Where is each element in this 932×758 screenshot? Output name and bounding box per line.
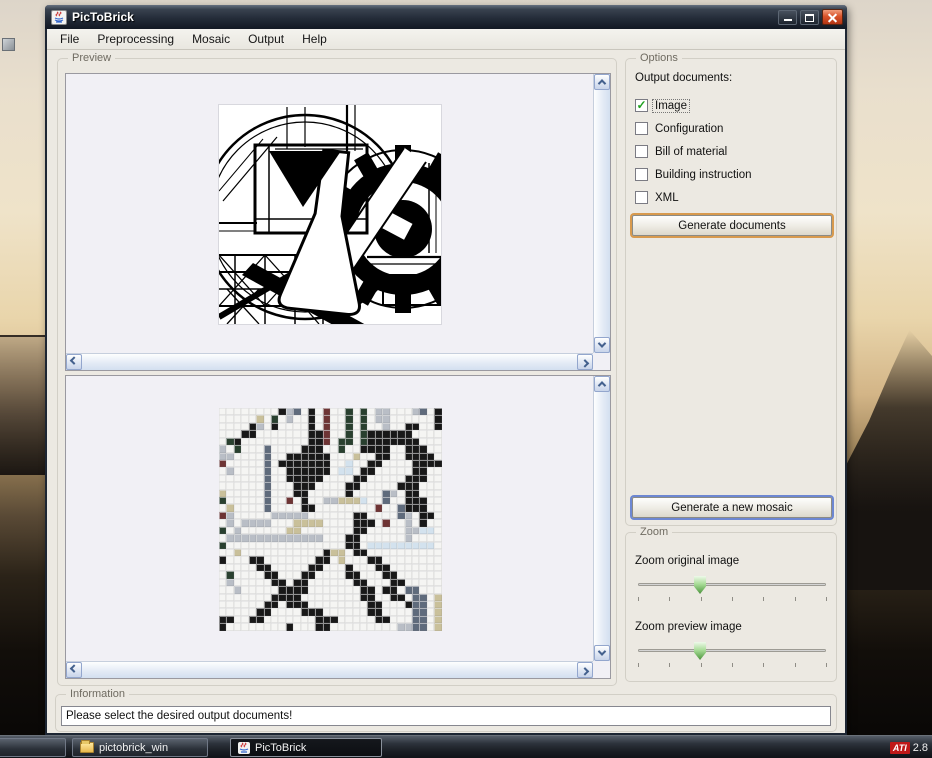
checkbox-building-instruction[interactable]: Building instruction	[635, 168, 754, 181]
checkbox-label: Bill of material	[653, 146, 729, 158]
maximize-icon	[805, 14, 814, 22]
original-image-view	[66, 74, 593, 353]
checkbox-box[interactable]	[635, 122, 648, 135]
output-documents-label: Output documents:	[635, 72, 732, 84]
desktop-icon[interactable]	[2, 38, 15, 51]
pictobrick-window: PicToBrick File Preprocessing Mosaic Out…	[45, 5, 847, 735]
zoom-preview-label: Zoom preview image	[635, 621, 742, 633]
taskbar-button-partial[interactable]: ailable n...	[0, 738, 66, 757]
folder-icon	[80, 742, 94, 753]
chevron-up-icon	[598, 79, 606, 87]
menu-mosaic[interactable]: Mosaic	[183, 30, 239, 48]
taskbar: ailable n... pictobrick_win PicToBrick A…	[0, 735, 932, 758]
checkbox-box[interactable]	[635, 99, 648, 112]
close-button[interactable]	[822, 9, 843, 25]
generate-new-mosaic-button[interactable]: Generate a new mosaic	[632, 497, 832, 518]
scroll-down-button[interactable]	[594, 645, 610, 661]
generate-documents-button[interactable]: Generate documents	[632, 215, 832, 236]
checkbox-box[interactable]	[635, 168, 648, 181]
wallpaper-bridge	[0, 335, 48, 475]
original-image	[219, 105, 441, 324]
chevron-right-icon	[581, 667, 589, 675]
zoom-original-slider[interactable]	[638, 575, 826, 601]
checkbox-label: Image	[653, 100, 689, 112]
scroll-right-button[interactable]	[577, 662, 593, 678]
taskbar-button-folder[interactable]: pictobrick_win	[72, 738, 208, 757]
zoom-group-label: Zoom	[636, 526, 672, 538]
scroll-left-button[interactable]	[66, 662, 82, 678]
client-area: Preview	[47, 50, 845, 733]
slider-track[interactable]	[638, 649, 826, 652]
slider-track[interactable]	[638, 583, 826, 586]
information-group-label: Information	[66, 688, 129, 700]
scroll-down-button[interactable]	[594, 337, 610, 353]
mosaic-vertical-scrollbar[interactable]	[593, 376, 610, 661]
mosaic-preview-image	[219, 408, 442, 632]
menu-preprocessing[interactable]: Preprocessing	[88, 30, 183, 48]
java-app-icon	[51, 10, 67, 25]
title-bar[interactable]: PicToBrick	[45, 5, 847, 29]
preview-group: Preview	[57, 58, 617, 686]
chevron-right-icon	[581, 359, 589, 367]
java-cup-icon	[238, 742, 250, 754]
scroll-up-button[interactable]	[594, 376, 610, 392]
preview-group-label: Preview	[68, 52, 115, 64]
minimize-button[interactable]	[778, 10, 797, 25]
scroll-left-button[interactable]	[66, 354, 82, 370]
original-image-scrollpane	[65, 73, 611, 371]
checkbox-xml[interactable]: XML	[635, 191, 681, 204]
taskbar-button-pictobrick[interactable]: PicToBrick	[230, 738, 382, 757]
system-tray: ATI 2.8	[890, 739, 928, 756]
slider-thumb[interactable]	[694, 576, 706, 594]
menu-bar: File Preprocessing Mosaic Output Help	[47, 29, 845, 50]
mosaic-horizontal-scrollbar[interactable]	[66, 661, 593, 678]
scroll-up-button[interactable]	[594, 74, 610, 90]
maximize-button[interactable]	[800, 10, 819, 25]
checkbox-configuration[interactable]: Configuration	[635, 122, 725, 135]
checkbox-label: XML	[653, 192, 681, 204]
zoom-preview-slider[interactable]	[638, 641, 826, 667]
checkbox-image[interactable]: Image	[635, 99, 689, 112]
zoom-original-label: Zoom original image	[635, 555, 739, 567]
ati-tray-icon[interactable]: ATI	[890, 742, 910, 754]
checkbox-label: Building instruction	[653, 169, 754, 181]
checkbox-box[interactable]	[635, 191, 648, 204]
minimize-icon	[784, 19, 792, 21]
chevron-left-icon	[70, 356, 78, 364]
scroll-right-button[interactable]	[577, 354, 593, 370]
chevron-left-icon	[70, 664, 78, 672]
mosaic-preview-scrollpane	[65, 375, 611, 679]
information-field[interactable]: Please select the desired output documen…	[61, 706, 831, 726]
window-title: PicToBrick	[72, 10, 778, 24]
checkbox-box[interactable]	[635, 145, 648, 158]
slider-thumb[interactable]	[694, 642, 706, 660]
chevron-down-icon	[598, 647, 606, 655]
checkbox-label: Configuration	[653, 123, 725, 135]
checkbox-bill-of-material[interactable]: Bill of material	[635, 145, 729, 158]
options-group: Options Output documents: Image Configur…	[625, 58, 837, 526]
information-group: Information Please select the desired ou…	[55, 694, 837, 732]
original-vertical-scrollbar[interactable]	[593, 74, 610, 353]
java-cup-icon	[53, 11, 65, 23]
zoom-group: Zoom Zoom original image Zoom preview im…	[625, 532, 837, 682]
menu-output[interactable]: Output	[239, 30, 293, 48]
menu-help[interactable]: Help	[293, 30, 336, 48]
ati-tray-value: 2.8	[913, 742, 928, 754]
mosaic-preview-view	[66, 376, 593, 661]
original-horizontal-scrollbar[interactable]	[66, 353, 593, 370]
chevron-down-icon	[598, 339, 606, 347]
wallpaper-hill	[842, 330, 932, 590]
options-group-label: Options	[636, 52, 682, 64]
menu-file[interactable]: File	[51, 30, 88, 48]
chevron-up-icon	[598, 381, 606, 389]
